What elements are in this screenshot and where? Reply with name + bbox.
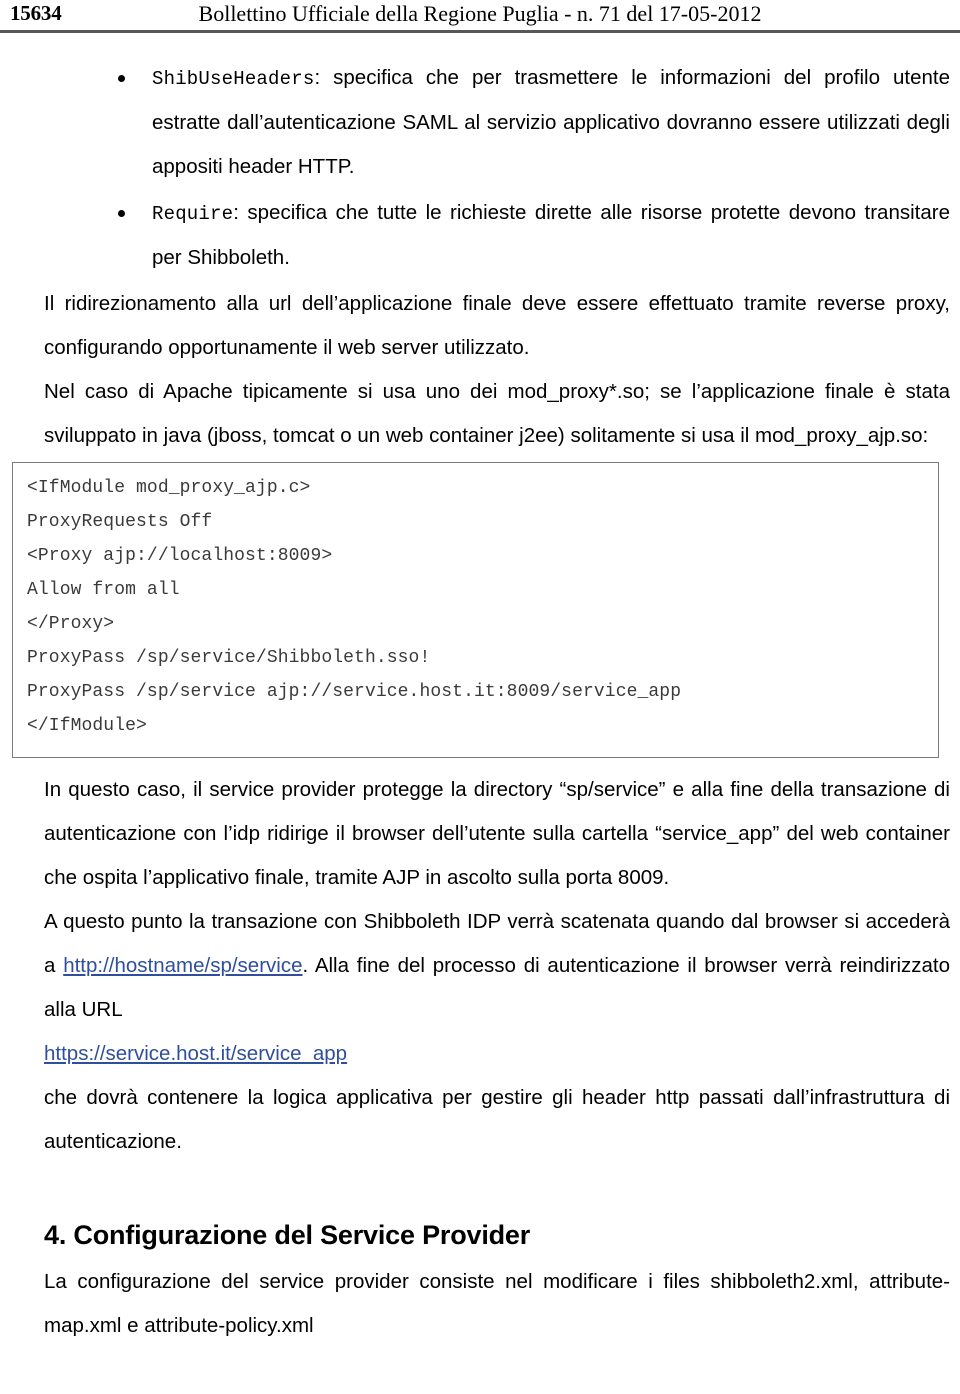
code-line: ProxyRequests Off xyxy=(27,512,213,532)
code-line: <Proxy ajp://localhost:8009> xyxy=(27,546,333,566)
paragraph-redirect: Il ridirezionamento alla url dell’applic… xyxy=(44,292,950,359)
running-title: Bollettino Ufficiale della Regione Pugli… xyxy=(198,1,762,26)
list-item: Require: specifica che tutte le richiest… xyxy=(0,191,955,280)
document-body: ShibUseHeaders: specifica che per trasme… xyxy=(0,34,960,1348)
code-line: ProxyPass /sp/service/Shibboleth.sso! xyxy=(27,648,431,668)
link-http-hostname-sp-service[interactable]: http://hostname/sp/service xyxy=(63,954,302,977)
code-line: <IfModule mod_proxy_ajp.c> xyxy=(27,478,311,498)
link-https-service-host-it[interactable]: https://service.host.it/service_app xyxy=(44,1042,347,1065)
code-line: ProxyPass /sp/service ajp://service.host… xyxy=(27,682,682,702)
directive-name-require: Require xyxy=(152,203,234,225)
paragraph-transazione: A questo punto la transazione con Shibbo… xyxy=(0,900,955,1032)
code-line: </Proxy> xyxy=(27,614,115,634)
directive-name-shibuseheaders: ShibUseHeaders xyxy=(152,68,315,90)
section-heading-4: 4. Configurazione del Service Provider xyxy=(44,1220,531,1250)
code-line: Allow from all xyxy=(27,580,180,600)
header-divider xyxy=(0,30,960,33)
page-header: 15634 Bollettino Ufficiale della Regione… xyxy=(0,0,960,34)
code-block: <IfModule mod_proxy_ajp.c> ProxyRequests… xyxy=(12,462,939,758)
list-item-description: : specifica che tutte le richieste diret… xyxy=(152,201,950,269)
link-line: https://service.host.it/service_app xyxy=(0,1032,955,1076)
paragraph-apache: Nel caso di Apache tipicamente si usa un… xyxy=(44,380,950,447)
list-item: ShibUseHeaders: specifica che per trasme… xyxy=(0,56,955,189)
paragraph-logica: che dovrà contenere la logica applicativ… xyxy=(44,1086,950,1153)
code-line: </IfModule> xyxy=(27,716,147,736)
paragraph-in-questo-caso: In questo caso, il service provider prot… xyxy=(44,778,950,889)
paragraph-sp-config: La configurazione del service provider c… xyxy=(44,1270,950,1337)
definition-bullet-list: ShibUseHeaders: specifica che per trasme… xyxy=(0,56,955,280)
